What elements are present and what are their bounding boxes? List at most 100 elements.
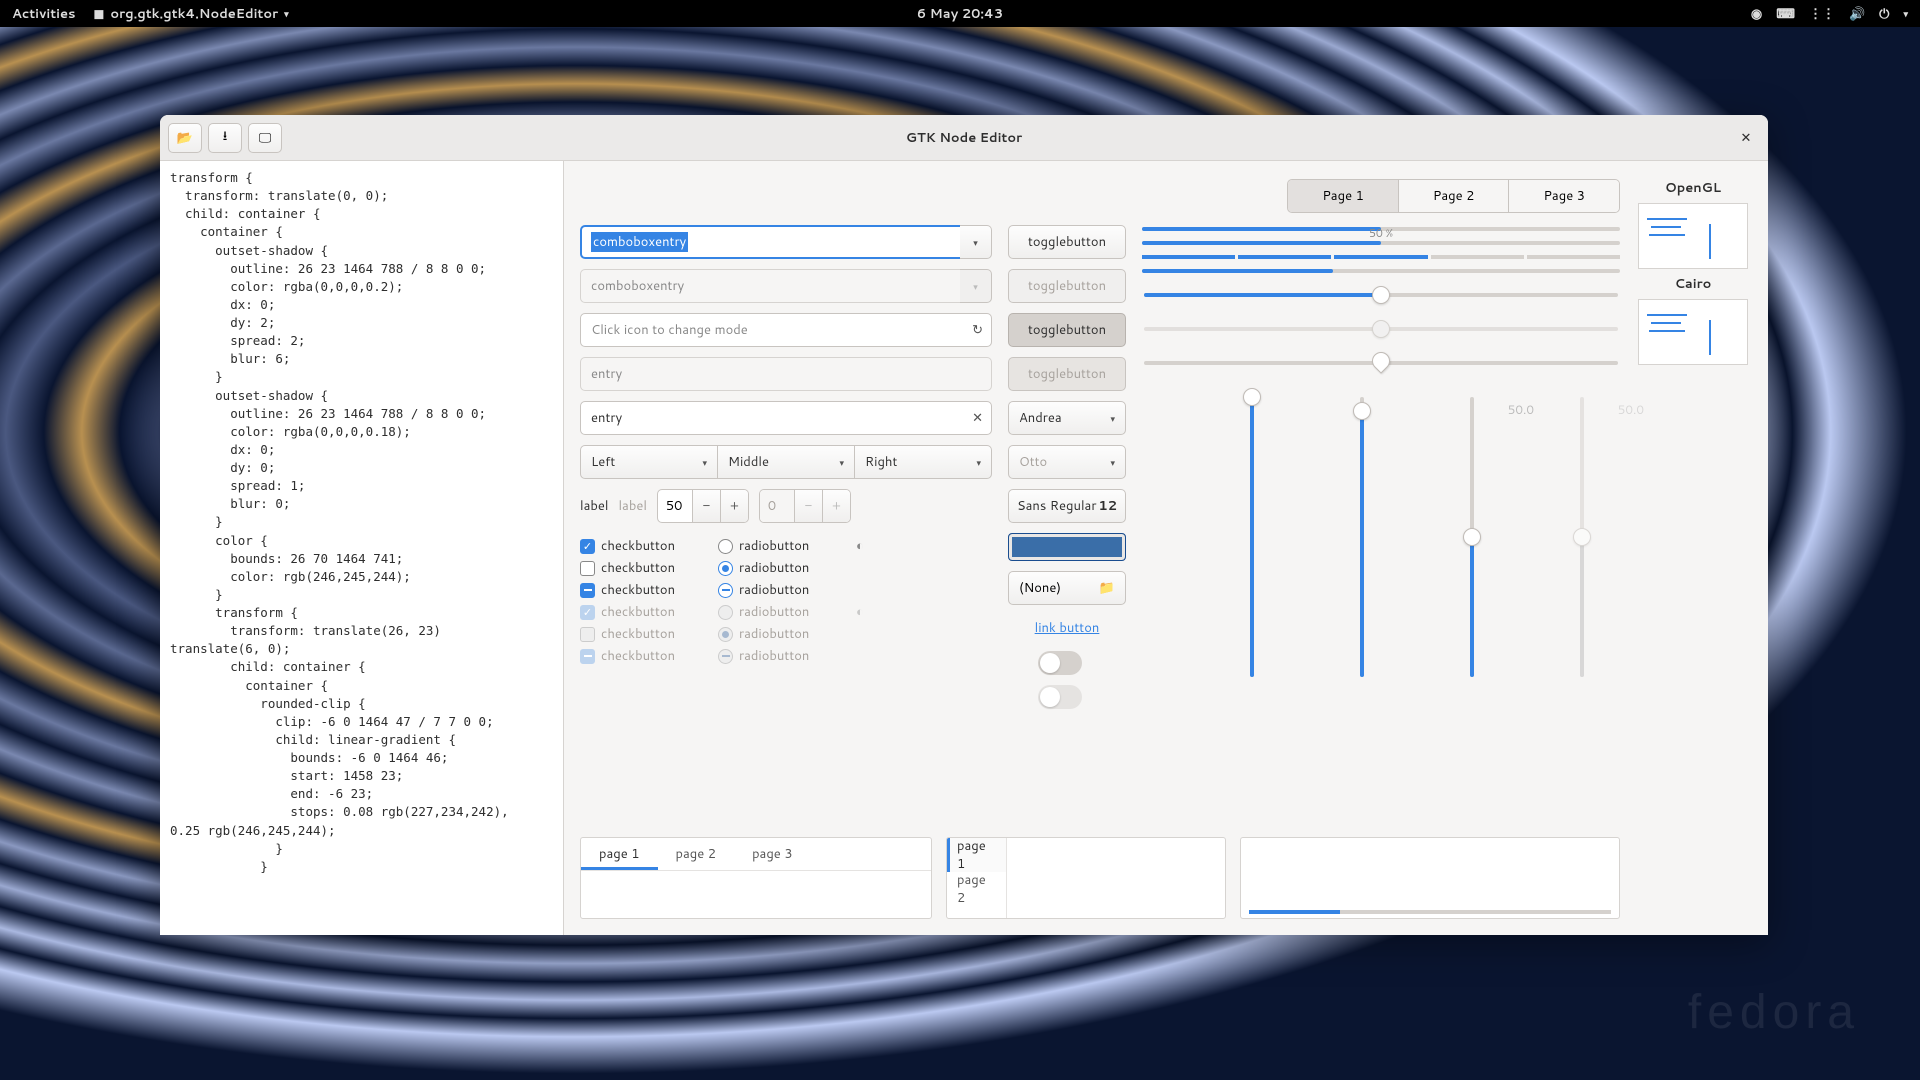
thumbnail-opengl[interactable] (1638, 203, 1748, 269)
icon-mode-placeholder: Click icon to change mode (591, 321, 748, 339)
app-icon: ◼ (94, 5, 105, 23)
bottom-a-tab1[interactable]: page 1 (581, 838, 658, 870)
radiobutton-dis-mixed: radiobutton (718, 647, 838, 665)
close-button[interactable]: ✕ (1734, 126, 1758, 150)
switch-1[interactable] (1038, 651, 1082, 675)
folder-open-icon: 📂 (177, 129, 193, 147)
input-source-icon[interactable]: ⌨ (1776, 5, 1795, 23)
renderer-sidebar: OpenGL Cairo (1634, 179, 1752, 919)
comboboxentry-2-input: comboboxentry (580, 269, 960, 303)
tab-page2[interactable]: Page 2 (1399, 180, 1510, 212)
comboboxentry-2-dropdown: ▾ (960, 269, 992, 303)
renderer-cairo-label: Cairo (1675, 275, 1712, 293)
screen-icon: 🖵 (259, 129, 272, 147)
tab-page1[interactable]: Page 1 (1288, 180, 1399, 212)
dropdown-right[interactable]: Right (854, 445, 992, 479)
clear-icon[interactable]: ✕ (972, 409, 983, 427)
entry-disabled: entry (580, 357, 992, 391)
comboboxentry-2: comboboxentry ▾ (580, 269, 992, 303)
checkbutton-dis-checked: checkbutton (580, 603, 700, 621)
slider-h3-marker[interactable] (1144, 361, 1618, 365)
radiobutton-dis-checked: radiobutton (718, 625, 838, 643)
close-icon: ✕ (1741, 129, 1752, 147)
spin-label-1: label (580, 497, 608, 515)
checkbutton-dis-unchecked: checkbutton (580, 625, 700, 643)
slider-v3[interactable]: 50.0 (1452, 397, 1492, 677)
spinbutton-2-value: 0 (760, 490, 794, 522)
open-button[interactable]: 📂 (168, 123, 202, 153)
file-chooser-button[interactable]: (None)📁 (1008, 571, 1126, 605)
power-icon[interactable]: ⏻ (1879, 5, 1889, 23)
radiobutton-mixed[interactable]: radiobutton (718, 581, 838, 599)
bottom-a-tab2[interactable]: page 2 (658, 838, 735, 870)
spinbutton-2: 0 − + (759, 489, 851, 523)
entry-clearable[interactable]: entry ✕ (580, 401, 992, 435)
progressbar-2 (1142, 241, 1620, 245)
bottom-b-tab1[interactable]: page 1 (947, 838, 1006, 872)
name-dropdown[interactable]: Andrea (1008, 401, 1126, 435)
comboboxentry-1: comboboxentry ▾ (580, 225, 992, 259)
dropdown-middle[interactable]: Middle (718, 445, 854, 479)
bottom-a-tab3[interactable]: page 3 (734, 838, 811, 870)
window-title: GTK Node Editor (906, 129, 1022, 147)
togglebutton-3[interactable]: togglebutton (1008, 313, 1126, 347)
bottom-b-tab2[interactable]: page 2 (947, 872, 1006, 906)
tab-page3[interactable]: Page 3 (1509, 180, 1619, 212)
dropdown-left[interactable]: Left (580, 445, 718, 479)
refresh-icon[interactable]: ↻ (972, 321, 983, 339)
code-editor[interactable]: transform { transform: translate(0, 0); … (160, 161, 564, 935)
spinbutton-2-minus: − (794, 490, 822, 522)
slider-v1[interactable] (1232, 397, 1272, 677)
notebook-top: Page 1 Page 2 Page 3 (1287, 179, 1620, 213)
preview-pane: Page 1 Page 2 Page 3 comboboxentry ▾ com… (564, 161, 1768, 935)
checkbutton-dis-mixed: checkbutton (580, 647, 700, 665)
spinbutton-1-value[interactable]: 50 (658, 490, 692, 522)
togglebutton-4: togglebutton (1008, 357, 1126, 391)
levelbar-2 (1142, 269, 1620, 273)
titlebar: 📂 ⭳ 🖵 GTK Node Editor ✕ (160, 115, 1768, 161)
spinbutton-1-plus[interactable]: + (720, 490, 748, 522)
app-menu[interactable]: ◼ org.gtk.gtk4.NodeEditor (94, 5, 289, 23)
save-button[interactable]: ⭳ (208, 123, 242, 153)
slider-v2[interactable] (1342, 397, 1382, 677)
thumbnail-cairo[interactable] (1638, 299, 1748, 365)
gnome-topbar: Activities ◼ org.gtk.gtk4.NodeEditor 6 M… (0, 0, 1920, 27)
radiobutton-checked[interactable]: radiobutton (718, 559, 838, 577)
comboboxentry-1-input[interactable]: comboboxentry (580, 225, 960, 259)
spinbutton-2-plus: + (822, 490, 850, 522)
color-button[interactable] (1008, 533, 1126, 561)
progress-label: 50 % (1369, 225, 1393, 241)
network-icon[interactable]: ⋮⋮ (1809, 5, 1835, 23)
radiobutton-dis-unchecked: radiobutton (718, 603, 838, 621)
togglebutton-1[interactable]: togglebutton (1008, 225, 1126, 259)
activities-button[interactable]: Activities (12, 5, 76, 23)
slider-v4: 50.0 (1562, 397, 1602, 677)
spinbutton-1-minus[interactable]: − (692, 490, 720, 522)
checkbutton-mixed[interactable]: checkbutton (580, 581, 700, 599)
notebook-bottom-c (1240, 837, 1620, 919)
system-menu-caret[interactable]: ▾ (1903, 7, 1908, 20)
accessibility-icon[interactable]: ◉ (1751, 5, 1762, 23)
volume-icon[interactable]: 🔊 (1849, 5, 1865, 23)
fedora-watermark: fedora (1688, 985, 1860, 1040)
radiobutton-unchecked[interactable]: radiobutton (718, 537, 838, 555)
slider-h1[interactable] (1144, 293, 1618, 297)
entry-value: entry (591, 409, 622, 427)
font-button[interactable]: Sans Regular12 (1008, 489, 1126, 523)
spin-label-2: label (618, 497, 646, 515)
comboboxentry-1-dropdown[interactable]: ▾ (960, 225, 992, 259)
folder-icon: 📁 (1099, 579, 1115, 597)
notebook-bottom-b: page 1 page 2 (946, 837, 1226, 919)
export-button[interactable]: 🖵 (248, 123, 282, 153)
node-editor-window: 📂 ⭳ 🖵 GTK Node Editor ✕ transform { tran… (160, 115, 1768, 935)
clock[interactable]: 6 May 20:43 (917, 5, 1003, 23)
link-button[interactable]: link button (1008, 619, 1126, 637)
checkbutton-checked[interactable]: checkbutton (580, 537, 700, 555)
name-dropdown-disabled: Otto (1008, 445, 1126, 479)
checkbutton-unchecked[interactable]: checkbutton (580, 559, 700, 577)
spinner-icon-dis: ◐ (856, 603, 886, 621)
icon-mode-entry[interactable]: Click icon to change mode ↻ (580, 313, 992, 347)
app-name-label: org.gtk.gtk4.NodeEditor (110, 5, 278, 23)
notebook-bottom-a: page 1 page 2 page 3 (580, 837, 932, 919)
check-radio-grid: checkbutton radiobutton ◐ checkbutton ra… (580, 537, 992, 665)
